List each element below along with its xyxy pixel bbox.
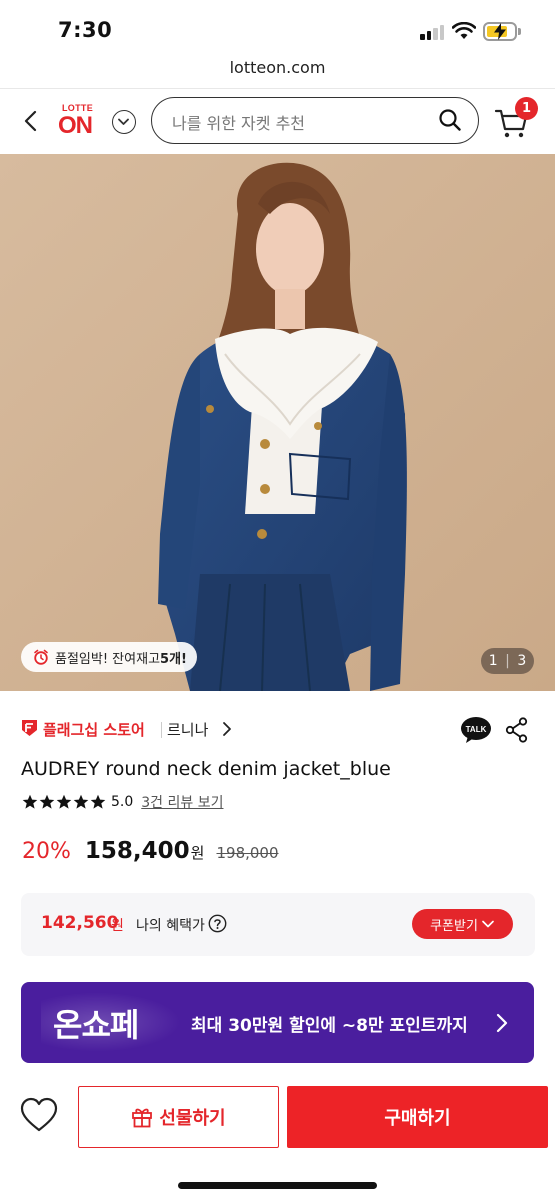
talk-icon[interactable]: TALK (460, 716, 492, 744)
cart-button[interactable]: 1 (494, 97, 542, 141)
star-icon (39, 794, 55, 809)
share-icon[interactable] (505, 717, 529, 743)
page-current: 1 (488, 653, 498, 669)
star-rating (22, 794, 106, 810)
back-icon[interactable] (18, 107, 46, 135)
banner-text: 최대 30만원 할인에 ~8만 포인트까지 (191, 1016, 468, 1036)
image-page-indicator: 1 | 3 (481, 648, 534, 674)
alarm-clock-icon (34, 649, 48, 665)
help-icon[interactable] (208, 914, 227, 933)
svg-text:TALK: TALK (466, 725, 487, 734)
search-input[interactable]: 나를 위한 자켓 추천 (151, 97, 479, 144)
product-image-carousel[interactable]: 품절임박! 잔여재고 5개! 1 | 3 (0, 154, 555, 691)
store-name-link[interactable]: 르니나 (167, 719, 208, 740)
coupon-button-label: 쿠폰받기 (430, 918, 478, 934)
benefit-label: 나의 혜택가 (136, 918, 205, 934)
stock-text: 품절임박! 잔여재고 (55, 651, 161, 667)
review-link[interactable]: 3건 리뷰 보기 (141, 792, 223, 812)
stock-count: 5개! (160, 651, 187, 667)
chevron-down-icon[interactable] (112, 110, 136, 134)
store-row: 플래그십 스토어 르니나 TALK (21, 716, 535, 746)
heart-icon[interactable] (20, 1097, 58, 1133)
onshope-promo-banner[interactable]: 온쇼페 최대 30만원 할인에 ~8만 포인트까지 (21, 982, 534, 1063)
chevron-right-icon[interactable] (221, 721, 233, 737)
star-icon (90, 794, 106, 809)
sale-price: 158,400 (84, 838, 190, 864)
currency-label: 원 (111, 918, 124, 934)
banner-logo: 온쇼페 (53, 1006, 139, 1044)
search-placeholder: 나를 위한 자켓 추천 (172, 114, 306, 133)
rating-row: 5.0 3건 리뷰 보기 (22, 792, 223, 812)
benefit-box: 142,560 원 나의 혜택가 쿠폰받기 (21, 893, 535, 956)
low-stock-badge: 품절임박! 잔여재고 5개! (21, 642, 197, 672)
original-price: 198,000 (216, 844, 279, 862)
search-icon[interactable] (438, 108, 462, 132)
discount-rate: 20% (22, 839, 71, 864)
rating-score: 5.0 (111, 794, 134, 810)
price-row: 20% 158,400 원 198,000 (22, 838, 279, 870)
gift-button-label: 선물하기 (159, 1108, 226, 1129)
lotte-on-logo[interactable]: LOTTE ON (56, 103, 102, 143)
page-total: 3 (517, 653, 527, 669)
star-icon (22, 794, 38, 809)
cart-count-badge: 1 (515, 97, 538, 120)
gift-button[interactable]: 선물하기 (78, 1086, 279, 1148)
chevron-right-icon (496, 1013, 508, 1033)
star-icon (56, 794, 72, 809)
charging-bolt-icon (494, 23, 506, 40)
wifi-icon (452, 22, 476, 39)
gift-icon (132, 1108, 153, 1128)
site-header: LOTTE ON 나를 위한 자켓 추천 1 (0, 89, 555, 154)
divider (161, 722, 162, 738)
status-time: 7:30 (58, 18, 113, 42)
coupon-button[interactable]: 쿠폰받기 (412, 909, 513, 939)
buy-button-label: 구매하기 (384, 1108, 451, 1129)
buy-button[interactable]: 구매하기 (287, 1086, 548, 1148)
product-title: AUDREY round neck denim jacket_blue (21, 758, 391, 780)
chevron-down-icon (482, 920, 494, 928)
bottom-action-bar: 선물하기 구매하기 (0, 1080, 555, 1200)
star-icon (73, 794, 89, 809)
home-indicator (178, 1182, 377, 1189)
currency-label: 원 (190, 844, 205, 862)
product-photo (0, 154, 555, 691)
signal-icon (420, 24, 446, 40)
address-bar[interactable]: lotteon.com (0, 58, 555, 88)
store-type-label: 플래그십 스토어 (43, 721, 145, 739)
status-bar: 7:30 (0, 0, 555, 58)
flagship-icon (22, 720, 37, 736)
benefit-price: 142,560 (41, 913, 119, 933)
url-text: lotteon.com (229, 58, 326, 77)
